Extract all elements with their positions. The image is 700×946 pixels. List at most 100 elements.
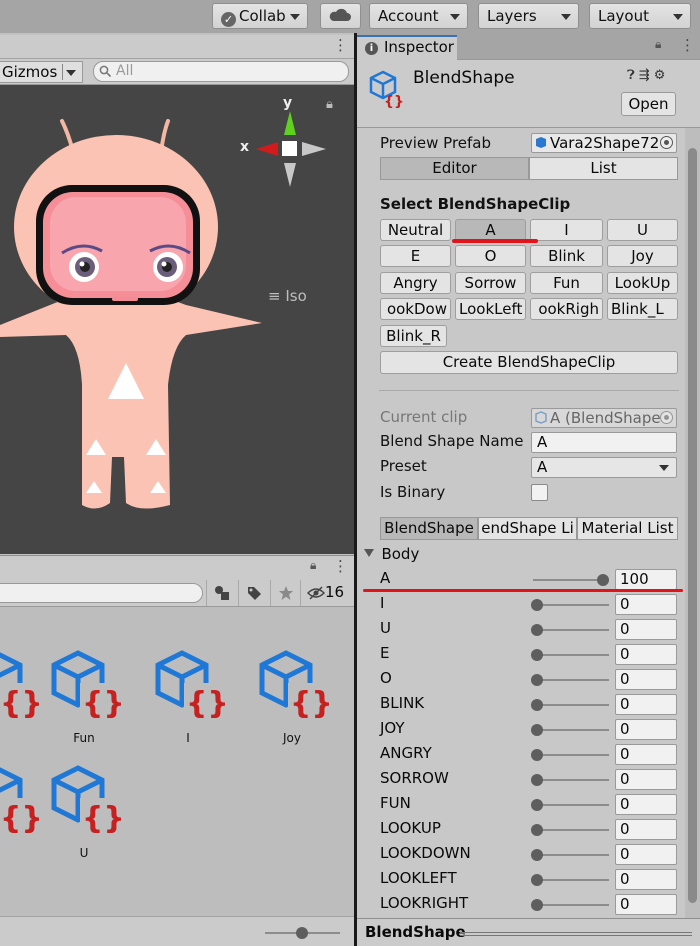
slider-thumb[interactable]	[531, 774, 543, 786]
tab-list[interactable]: List	[529, 157, 678, 180]
gizmos-dropdown[interactable]: Gizmos	[0, 61, 83, 83]
clip-button-neutral[interactable]: Neutral	[380, 219, 451, 241]
slider-track[interactable]	[533, 654, 609, 656]
scrollbar-thumb[interactable]	[688, 148, 697, 903]
more-options-icon[interactable]: ⋮	[333, 36, 348, 54]
clip-button-joy[interactable]: Joy	[607, 245, 678, 267]
slider-thumb[interactable]	[531, 699, 543, 711]
blendshape-value-input[interactable]: 0	[615, 769, 677, 790]
clip-button-fun[interactable]: Fun	[530, 272, 603, 294]
asset-tile[interactable]: {}	[0, 647, 43, 731]
project-search-input[interactable]	[0, 583, 203, 603]
slider-thumb[interactable]	[531, 724, 543, 736]
clip-button-e[interactable]: E	[380, 245, 451, 267]
slider-thumb[interactable]	[531, 674, 543, 686]
open-button[interactable]: Open	[621, 92, 676, 116]
slider-thumb[interactable]	[531, 824, 543, 836]
slider-thumb[interactable]	[531, 874, 543, 886]
blend-shape-name-input[interactable]: A	[531, 432, 677, 453]
blendshape-value-input[interactable]: 100	[615, 569, 677, 590]
tab-inspector[interactable]: i Inspector	[357, 35, 457, 60]
projection-toggle[interactable]: ≡ Iso	[268, 287, 307, 305]
slider-track[interactable]	[533, 679, 609, 681]
clip-button-o[interactable]: O	[455, 245, 526, 267]
blendshape-value-input[interactable]: 0	[615, 744, 677, 765]
blendshape-value-input[interactable]: 0	[615, 719, 677, 740]
clip-button-i[interactable]: I	[530, 219, 603, 241]
asset-tile[interactable]: {} Fun	[44, 647, 125, 745]
asset-tile[interactable]: {} I	[148, 647, 229, 745]
slider-track[interactable]	[533, 904, 609, 906]
slider-thumb[interactable]	[597, 574, 609, 586]
preset-dropdown[interactable]: A	[531, 457, 677, 478]
slider-track[interactable]	[533, 629, 609, 631]
slider-thumb[interactable]	[531, 799, 543, 811]
body-foldout[interactable]: Body	[364, 545, 419, 563]
slider-track[interactable]	[533, 829, 609, 831]
clip-button-lookleft[interactable]: LookLeft	[455, 298, 526, 320]
tab-material-list[interactable]: Material List	[577, 517, 678, 540]
blendshape-value-input[interactable]: 0	[615, 669, 677, 690]
filter-by-label-button[interactable]	[238, 580, 268, 606]
tab-blendshape[interactable]: BlendShape	[380, 517, 478, 540]
object-picker-icon[interactable]	[660, 136, 673, 149]
scene-search-input[interactable]: All	[93, 61, 349, 82]
is-binary-checkbox[interactable]	[531, 484, 548, 501]
favorites-button[interactable]	[270, 580, 300, 606]
clip-button-u[interactable]: U	[607, 219, 678, 241]
slider-track[interactable]	[533, 729, 609, 731]
inspector-scrollbar[interactable]	[685, 128, 700, 918]
lock-icon[interactable]: 🔒︎	[655, 37, 661, 52]
collab-button[interactable]: ✓ Collab	[212, 3, 308, 29]
cloud-button[interactable]	[320, 3, 361, 29]
asset-tile[interactable]: {} U	[44, 762, 125, 860]
more-options-icon[interactable]: ⋮	[333, 557, 348, 575]
lock-icon[interactable]: 🔒︎	[310, 558, 316, 573]
asset-tile[interactable]: {}	[0, 762, 43, 846]
slider-thumb[interactable]	[531, 649, 543, 661]
clip-button-lookdown[interactable]: ookDow	[380, 298, 451, 320]
drag-handle[interactable]	[460, 932, 692, 936]
scene-viewport[interactable]: y x 🔒︎ ≡ Iso	[0, 85, 354, 554]
help-icon[interactable]: ❓︎	[627, 68, 639, 83]
asset-tile[interactable]: {} Joy	[252, 647, 333, 745]
clip-button-lookup[interactable]: LookUp	[607, 272, 678, 294]
blendshape-value-input[interactable]: 0	[615, 644, 677, 665]
filter-by-type-button[interactable]	[206, 580, 236, 606]
slider-thumb[interactable]	[531, 749, 543, 761]
create-blendshapeclip-button[interactable]: Create BlendShapeClip	[380, 351, 678, 374]
layout-dropdown[interactable]: Layout	[589, 3, 691, 29]
slider-thumb[interactable]	[531, 624, 543, 636]
settings-sliders-icon[interactable]: ⇶	[639, 68, 654, 83]
slider-thumb[interactable]	[531, 849, 543, 861]
slider-track[interactable]	[533, 804, 609, 806]
clip-button-blink-r[interactable]: Blink_R	[380, 325, 447, 347]
blendshape-value-input[interactable]: 0	[615, 694, 677, 715]
blendshape-value-input[interactable]: 0	[615, 619, 677, 640]
clip-button-sorrow[interactable]: Sorrow	[455, 272, 526, 294]
slider-track[interactable]	[533, 779, 609, 781]
slider-track[interactable]	[533, 604, 609, 606]
blendshape-value-input[interactable]: 0	[615, 819, 677, 840]
more-options-icon[interactable]: ⋮	[680, 36, 695, 54]
tab-blendshape-list[interactable]: endShape Li	[478, 517, 577, 540]
blendshape-value-input[interactable]: 0	[615, 894, 677, 915]
slider-track[interactable]	[533, 854, 609, 856]
gear-icon[interactable]: ⚙	[654, 68, 670, 83]
preview-panel-header[interactable]: BlendShape	[357, 918, 700, 946]
tab-editor[interactable]: Editor	[380, 157, 529, 180]
clip-button-a[interactable]: A	[455, 219, 526, 241]
slider-track[interactable]	[533, 704, 609, 706]
clip-button-blink[interactable]: Blink	[530, 245, 603, 267]
slider-track[interactable]	[533, 879, 609, 881]
slider-thumb[interactable]	[531, 899, 543, 911]
clip-button-blink-l[interactable]: Blink_L	[607, 298, 678, 320]
hidden-packages-toggle[interactable]: 16	[300, 580, 354, 606]
slider-track[interactable]	[533, 754, 609, 756]
blendshape-value-input[interactable]: 0	[615, 869, 677, 890]
account-dropdown[interactable]: Account	[369, 3, 468, 29]
preview-prefab-field[interactable]: Vara2Shape72	[531, 133, 677, 153]
clip-button-lookright[interactable]: ookRigh	[530, 298, 603, 320]
icon-size-slider-thumb[interactable]	[296, 927, 308, 939]
slider-thumb[interactable]	[531, 599, 543, 611]
